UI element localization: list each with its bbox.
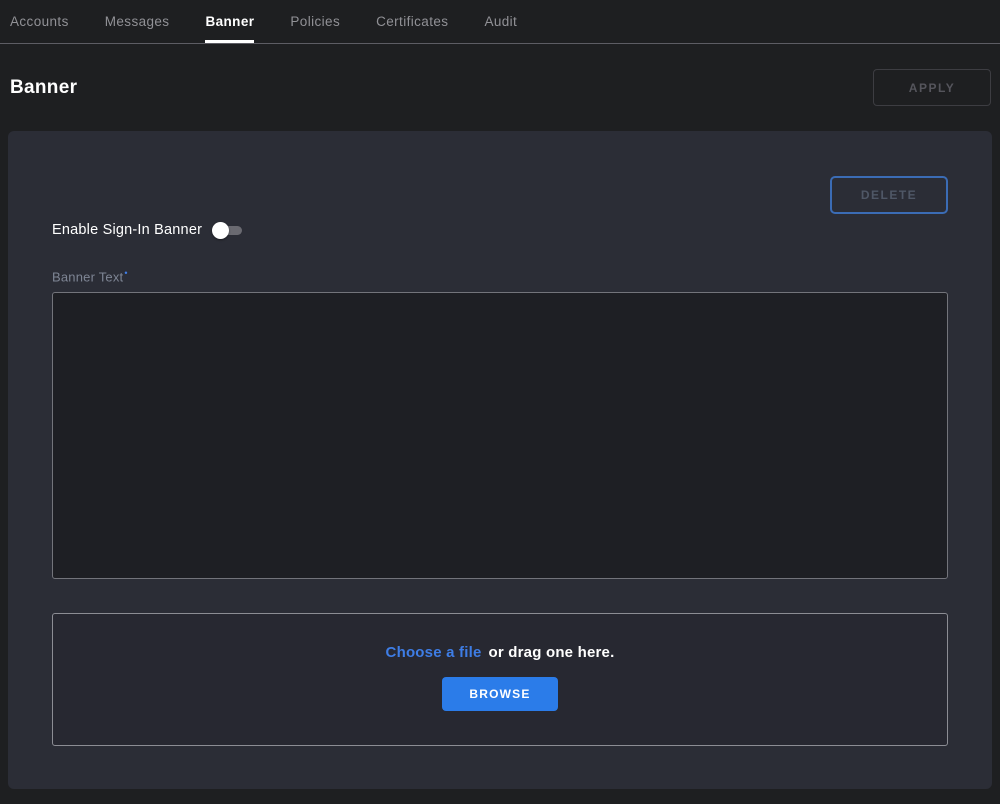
banner-text-label-text: Banner Text — [52, 269, 123, 284]
dropzone-text: Choose a file or drag one here. — [386, 644, 615, 661]
apply-button[interactable]: APPLY — [873, 69, 991, 106]
browse-button[interactable]: BROWSE — [442, 677, 558, 711]
tab-banner[interactable]: Banner — [205, 0, 254, 44]
enable-banner-label: Enable Sign-In Banner — [52, 222, 202, 238]
drag-here-text: or drag one here. — [489, 644, 615, 661]
tab-messages[interactable]: Messages — [105, 0, 170, 44]
banner-text-label: Banner Text• — [52, 268, 948, 284]
page-title: Banner — [10, 77, 77, 99]
tab-audit[interactable]: Audit — [484, 0, 517, 44]
file-dropzone[interactable]: Choose a file or drag one here. BROWSE — [52, 613, 948, 746]
banner-panel: DELETE Enable Sign-In Banner Banner Text… — [8, 131, 992, 789]
required-marker-icon: • — [124, 268, 127, 278]
tab-bar: Accounts Messages Banner Policies Certif… — [0, 0, 1000, 44]
page-header: Banner APPLY — [0, 44, 1000, 131]
tab-accounts[interactable]: Accounts — [10, 0, 69, 44]
toggle-knob-icon — [212, 222, 229, 239]
choose-file-link[interactable]: Choose a file — [386, 644, 482, 661]
delete-row: DELETE — [52, 176, 948, 214]
tab-certificates[interactable]: Certificates — [376, 0, 448, 44]
delete-button[interactable]: DELETE — [830, 176, 948, 214]
enable-banner-toggle[interactable] — [212, 221, 242, 239]
enable-banner-row: Enable Sign-In Banner — [52, 221, 948, 239]
tab-policies[interactable]: Policies — [290, 0, 340, 44]
banner-text-input[interactable] — [52, 292, 948, 579]
